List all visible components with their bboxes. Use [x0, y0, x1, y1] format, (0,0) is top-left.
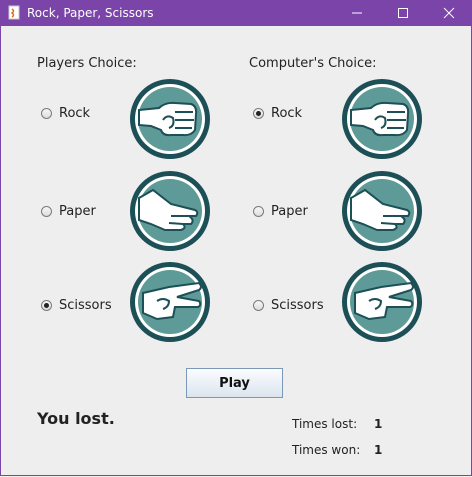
minimize-icon: [352, 12, 362, 14]
scissors-hand-icon: [341, 261, 423, 343]
maximize-button[interactable]: [380, 0, 426, 26]
radio-button[interactable]: [253, 107, 264, 119]
rock-fist-icon: [129, 78, 211, 160]
computer-radio-scissors[interactable]: Scissors: [253, 296, 324, 314]
paper-hand-icon: [341, 170, 423, 252]
player-heading: Players Choice:: [37, 56, 137, 71]
rock-fist-icon: [341, 78, 423, 160]
times-won-value: 1: [374, 443, 383, 457]
radio-button[interactable]: [41, 205, 52, 217]
radio-button[interactable]: [41, 107, 52, 119]
window-title: Rock, Paper, Scissors: [27, 6, 154, 20]
close-button[interactable]: [426, 0, 472, 26]
computer-heading: Computer's Choice:: [249, 56, 377, 71]
radio-label: Scissors: [59, 297, 112, 313]
computer-radio-paper[interactable]: Paper: [253, 202, 308, 220]
java-app-icon: [8, 5, 20, 20]
scissors-hand-icon: [129, 261, 211, 343]
close-icon: [443, 7, 455, 19]
radio-button[interactable]: [253, 299, 264, 311]
radio-label: Scissors: [271, 297, 324, 313]
radio-button[interactable]: [41, 299, 52, 311]
title-bar: Rock, Paper, Scissors: [0, 0, 472, 26]
radio-label: Rock: [59, 105, 91, 121]
radio-label: Rock: [271, 105, 303, 121]
times-lost-value: 1: [374, 417, 383, 431]
times-won-label: Times won:: [292, 443, 361, 457]
radio-label: Paper: [59, 203, 96, 219]
player-radio-paper[interactable]: Paper: [41, 202, 96, 220]
minimize-button[interactable]: [334, 0, 380, 26]
result-text: You lost.: [37, 409, 115, 428]
times-lost-label: Times lost:: [292, 417, 358, 431]
radio-label: Paper: [271, 203, 308, 219]
player-radio-rock[interactable]: Rock: [41, 104, 90, 122]
computer-radio-rock[interactable]: Rock: [253, 104, 302, 122]
maximize-icon: [398, 8, 408, 18]
player-radio-scissors[interactable]: Scissors: [41, 296, 112, 314]
play-button[interactable]: Play: [186, 368, 283, 398]
radio-button[interactable]: [253, 205, 264, 217]
paper-hand-icon: [129, 170, 211, 252]
